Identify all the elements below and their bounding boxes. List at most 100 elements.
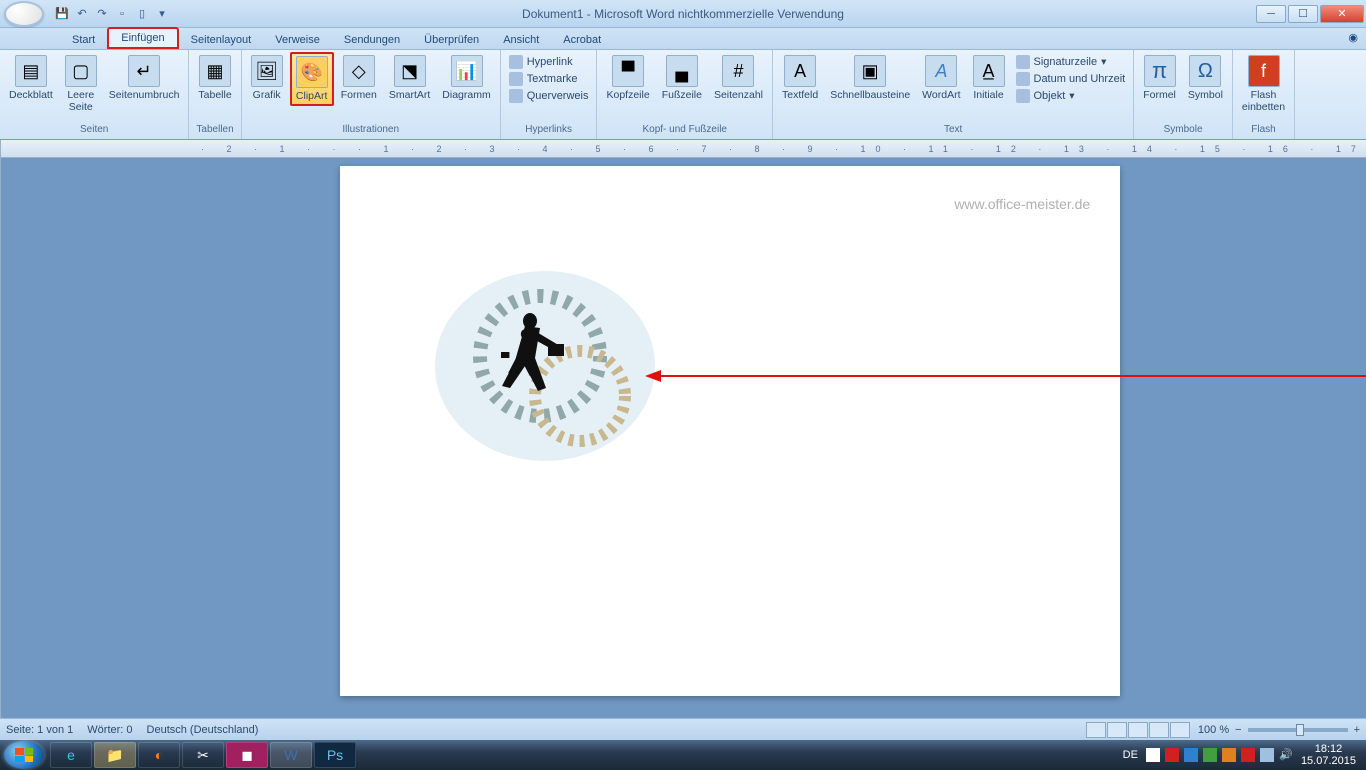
zoom-slider[interactable]	[1248, 728, 1348, 732]
tray-language[interactable]: DE	[1123, 749, 1138, 761]
tray-volume-icon[interactable]: 🔊	[1279, 748, 1293, 762]
close-button[interactable]: ✕	[1320, 5, 1364, 23]
taskbar-photoshop[interactable]: Ps	[314, 742, 356, 768]
group-symbole-label: Symbole	[1138, 124, 1228, 137]
minimize-button[interactable]: ─	[1256, 5, 1286, 23]
view-full-screen[interactable]	[1107, 722, 1127, 738]
querverweis-button[interactable]: Querverweis	[507, 88, 591, 104]
flash-icon: f	[1248, 55, 1280, 87]
inserted-clipart[interactable]	[430, 266, 660, 466]
view-print-layout[interactable]	[1086, 722, 1106, 738]
initiale-button[interactable]: A̲Initiale	[968, 52, 1010, 104]
equation-icon: π	[1144, 55, 1176, 87]
office-button[interactable]	[4, 1, 44, 27]
tray-icon[interactable]	[1203, 748, 1217, 762]
datum-button[interactable]: Datum und Uhrzeit	[1014, 71, 1128, 87]
zoom-out-icon[interactable]: −	[1235, 724, 1241, 736]
tab-sendungen[interactable]: Sendungen	[332, 31, 412, 49]
smartart-icon: ⬔	[394, 55, 426, 87]
flash-button[interactable]: fFlash einbetten	[1237, 52, 1290, 116]
view-outline[interactable]	[1149, 722, 1169, 738]
leere-seite-button[interactable]: ▢Leere Seite	[60, 52, 102, 116]
group-flash-label: Flash	[1237, 124, 1290, 137]
tab-seitenlayout[interactable]: Seitenlayout	[179, 31, 264, 49]
status-words[interactable]: Wörter: 0	[87, 724, 132, 736]
seitenzahl-button[interactable]: #Seitenzahl	[709, 52, 768, 104]
objekt-button[interactable]: Objekt ▾	[1014, 88, 1128, 104]
new-icon[interactable]: ▫	[114, 6, 130, 22]
taskbar-mediaplayer[interactable]: ◐	[138, 742, 180, 768]
tab-ueberpruefen[interactable]: Überprüfen	[412, 31, 491, 49]
textfeld-button[interactable]: ATextfeld	[777, 52, 823, 104]
formen-button[interactable]: ◇Formen	[336, 52, 382, 104]
pagenumber-icon: #	[722, 55, 754, 87]
save-icon[interactable]: 💾	[54, 6, 70, 22]
clipart-button[interactable]: 🎨ClipArt	[290, 52, 334, 106]
open-icon[interactable]: ▯	[134, 6, 150, 22]
smartart-button[interactable]: ⬔SmartArt	[384, 52, 435, 104]
schnellbausteine-button[interactable]: ▣Schnellbausteine	[825, 52, 915, 104]
tabelle-button[interactable]: ▦Tabelle	[193, 52, 236, 104]
blank-page-icon: ▢	[65, 55, 97, 87]
tab-start[interactable]: Start	[60, 31, 107, 49]
seitenumbruch-button[interactable]: ↵Seitenumbruch	[104, 52, 185, 104]
taskbar-app1[interactable]: ◼	[226, 742, 268, 768]
zoom-value[interactable]: 100 %	[1198, 724, 1229, 736]
zoom-slider-thumb[interactable]	[1296, 724, 1304, 736]
diagramm-button[interactable]: 📊Diagramm	[437, 52, 495, 104]
symbol-button[interactable]: ΩSymbol	[1183, 52, 1228, 104]
document-page[interactable]: www.office-meister.de	[340, 166, 1120, 696]
header-icon: ▀	[612, 55, 644, 87]
undo-icon[interactable]: ↶	[74, 6, 90, 22]
formel-button[interactable]: πFormel	[1138, 52, 1181, 104]
hyperlink-button[interactable]: Hyperlink	[507, 54, 591, 70]
tray-icon[interactable]	[1165, 748, 1179, 762]
start-button[interactable]	[4, 741, 44, 769]
view-draft[interactable]	[1170, 722, 1190, 738]
title-bar: 💾 ↶ ↷ ▫ ▯ ▾ Dokument1 - Microsoft Word n…	[0, 0, 1366, 28]
clipart-icon: 🎨	[296, 56, 328, 88]
redo-icon[interactable]: ↷	[94, 6, 110, 22]
signature-icon	[1016, 55, 1030, 69]
tray-network-icon[interactable]	[1260, 748, 1274, 762]
taskbar-snipping[interactable]: ✂	[182, 742, 224, 768]
textmarke-button[interactable]: Textmarke	[507, 71, 591, 87]
qat-dropdown-icon[interactable]: ▾	[154, 6, 170, 22]
status-bar: Seite: 1 von 1 Wörter: 0 Deutsch (Deutsc…	[0, 718, 1366, 740]
taskbar-explorer[interactable]: 📁	[94, 742, 136, 768]
view-buttons	[1086, 722, 1190, 738]
bookmark-icon	[509, 72, 523, 86]
group-tabellen-label: Tabellen	[193, 124, 236, 137]
signatur-button[interactable]: Signaturzeile ▾	[1014, 54, 1128, 70]
deckblatt-button[interactable]: ▤Deckblatt	[4, 52, 58, 104]
shapes-icon: ◇	[343, 55, 375, 87]
tray-clock[interactable]: 18:12 15.07.2015	[1301, 743, 1356, 767]
taskbar-ie[interactable]: e	[50, 742, 92, 768]
maximize-button[interactable]: ☐	[1288, 5, 1318, 23]
tab-acrobat[interactable]: Acrobat	[551, 31, 613, 49]
help-icon[interactable]: ◉	[1348, 31, 1358, 44]
quick-access-toolbar: 💾 ↶ ↷ ▫ ▯ ▾	[54, 6, 170, 22]
view-web-layout[interactable]	[1128, 722, 1148, 738]
horizontal-ruler: · 2 · 1 · · · 1 · 2 · 3 · 4 · 5 · 6 · 7 …	[1, 140, 1366, 158]
datetime-icon	[1016, 72, 1030, 86]
zoom-control: 100 % − +	[1198, 724, 1360, 736]
tab-einfuegen[interactable]: Einfügen	[107, 27, 178, 49]
tray-icon[interactable]	[1222, 748, 1236, 762]
tab-verweise[interactable]: Verweise	[263, 31, 332, 49]
status-page[interactable]: Seite: 1 von 1	[6, 724, 73, 736]
tray-icon[interactable]	[1241, 748, 1255, 762]
status-language[interactable]: Deutsch (Deutschland)	[147, 724, 259, 736]
workspace: · 2 · 1 · · · 1 · 2 · 3 · 4 · 5 · 6 · 7 …	[0, 140, 1366, 718]
fusszeile-button[interactable]: ▄Fußzeile	[657, 52, 707, 104]
tray-icon[interactable]	[1146, 748, 1160, 762]
tray-icon[interactable]	[1184, 748, 1198, 762]
kopfzeile-button[interactable]: ▀Kopfzeile	[601, 52, 654, 104]
grafik-button[interactable]: 🖼Grafik	[246, 52, 288, 104]
document-area[interactable]: www.office-meister.de	[1, 158, 1366, 718]
zoom-in-icon[interactable]: +	[1354, 724, 1360, 736]
tab-ansicht[interactable]: Ansicht	[491, 31, 551, 49]
taskbar-word[interactable]: W	[270, 742, 312, 768]
wordart-button[interactable]: AWordArt	[917, 52, 965, 104]
cover-page-icon: ▤	[15, 55, 47, 87]
